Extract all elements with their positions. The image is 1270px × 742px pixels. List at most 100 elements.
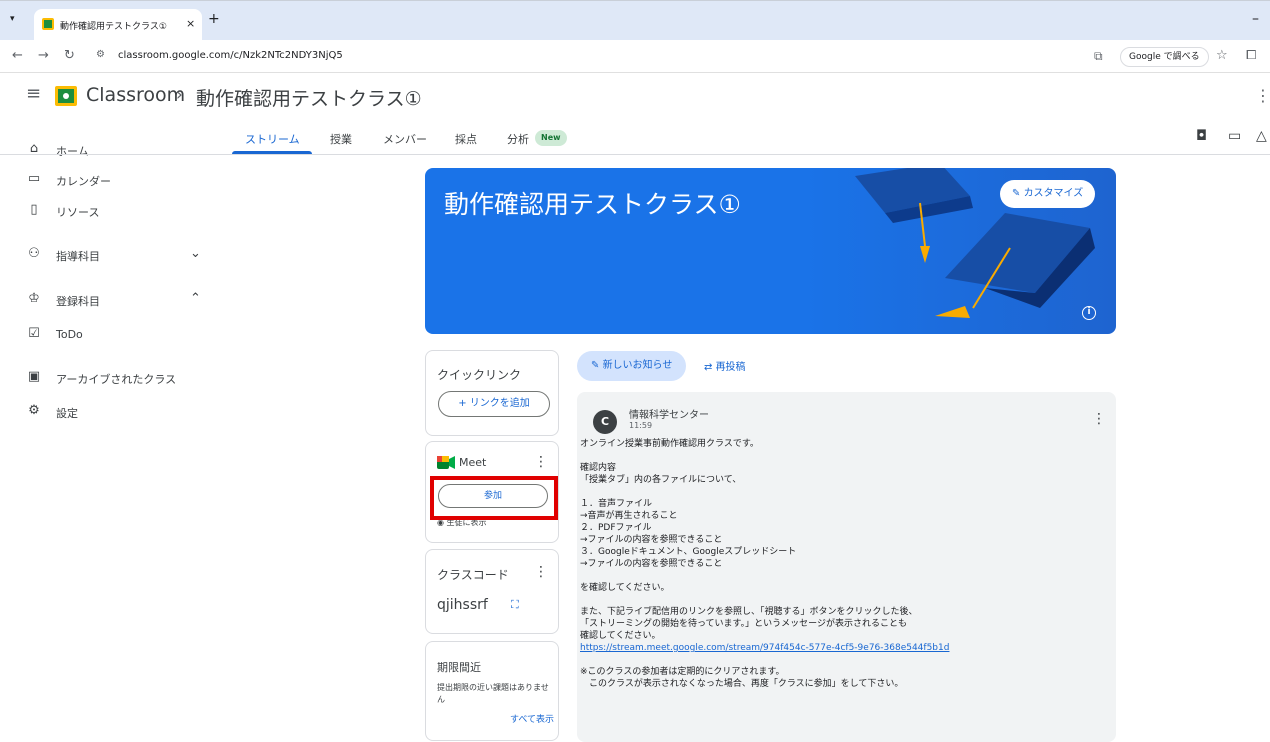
quick-links-card: クイックリンク + リンクを追加 (425, 350, 559, 436)
post-author: 情報科学センター (629, 410, 709, 421)
new-announcement-label: 新しいお知らせ (602, 360, 673, 371)
post-line: 確認内容 (580, 463, 617, 473)
tab-search-icon[interactable]: ▾ (10, 14, 15, 24)
meet-logo-icon (437, 456, 455, 469)
tab-stream[interactable]: ストリーム (245, 131, 300, 147)
add-link-button[interactable]: + リンクを追加 (438, 391, 550, 417)
highlight-annotation-box (430, 476, 558, 520)
school-icon: ♔ (28, 291, 40, 306)
reload-icon[interactable]: ↻ (64, 48, 75, 63)
classroom-logo-icon[interactable] (55, 86, 77, 106)
pencil-icon: ✎ (591, 360, 603, 371)
checklist-icon: ☑ (28, 326, 40, 341)
upcoming-message: 提出期限の近い課題はありません (437, 683, 549, 704)
meet-label: Meet (459, 456, 487, 469)
customize-label: カスタマイズ (1023, 188, 1084, 199)
address-bar[interactable]: ⚙ classroom.google.com/c/Nzk2NTc2NDY3NjQ… (96, 46, 1116, 68)
sidebar-item-label: 設定 (56, 407, 78, 420)
active-tab-indicator (232, 151, 312, 154)
app-header: ≡ Classroom › 動作確認用テストクラス① ⋮ (0, 73, 1270, 121)
tab-close-icon[interactable]: × (186, 17, 195, 30)
pencil-icon: ✎ (1012, 188, 1024, 199)
browser-toolbar: ← → ↻ ⚙ classroom.google.com/c/Nzk2NTc2N… (0, 40, 1270, 73)
repost-label: 再投稿 (715, 362, 746, 373)
browser-tab[interactable]: 動作確認用テストクラス① × (34, 9, 202, 41)
forward-icon[interactable]: → (38, 48, 49, 63)
announcement-post: C 情報科学センター 11:59 ⋮ オンライン授業事前動作確認用クラスです。 … (577, 392, 1116, 742)
people-icon: ⚇ (28, 246, 40, 261)
extensions-icon[interactable]: ⧠ (1246, 48, 1256, 63)
chevron-down-icon[interactable]: ⌄ (190, 246, 201, 261)
post-line: ３．Googleドキュメント、Googleスプレッドシート (580, 547, 797, 557)
sidebar-item-label: アーカイブされたクラス (56, 373, 177, 386)
bookmark-star-icon[interactable]: ☆ (1216, 48, 1228, 63)
resources-icon: ▯ (30, 202, 38, 217)
post-line: １．音声ファイル (580, 499, 653, 509)
more-vert-icon[interactable]: ⋮ (534, 454, 548, 470)
post-note: ※このクラスの参加者は定期的にクリアされます。 (580, 667, 785, 677)
upcoming-title: 期限間近 (437, 661, 481, 674)
quick-links-title: クイックリンク (437, 368, 522, 382)
post-line: 「ストリーミングの開始を待っています。」というメッセージが表示されることも (580, 619, 907, 629)
app-name[interactable]: Classroom (86, 84, 185, 106)
drive-icon[interactable]: △ (1256, 128, 1267, 144)
banner-title: 動作確認用テストクラス① (444, 190, 741, 219)
class-code-card: クラスコード ⋮ qjihssrf ⛶ (425, 549, 559, 634)
sidebar-item-label: 指導科目 (56, 250, 100, 263)
avatar: C (593, 410, 617, 434)
class-banner: 動作確認用テストクラス① ✎ カスタマイズ i (425, 168, 1116, 334)
breadcrumb-separator: › (176, 85, 183, 105)
post-line: を確認してください。 (580, 583, 670, 593)
tab-grades[interactable]: 採点 (455, 131, 477, 147)
new-tab-button[interactable]: + (208, 11, 220, 27)
sidebar-item-label: ToDo (56, 328, 83, 341)
post-line: 「授業タブ」内の各ファイルについて、 (580, 475, 742, 485)
main-menu-icon[interactable]: ≡ (26, 83, 41, 104)
video-call-icon[interactable]: ◘ (1196, 128, 1207, 144)
fullscreen-icon[interactable]: ⛶ (511, 598, 519, 612)
tab-title: 動作確認用テストクラス① (60, 22, 167, 32)
stream-link[interactable]: https://stream.meet.google.com/stream/97… (580, 643, 949, 653)
tab-classwork[interactable]: 授業 (330, 131, 352, 147)
more-vert-icon[interactable]: ⋮ (1092, 411, 1106, 427)
google-apps-icon[interactable]: ⋮ (1255, 86, 1270, 105)
minimize-button[interactable]: – (1252, 11, 1259, 27)
upcoming-card: 期限間近 提出期限の近い課題はありません すべて表示 (425, 641, 559, 741)
view-all-link[interactable]: すべて表示 (510, 712, 554, 725)
new-badge: New (535, 130, 567, 146)
info-icon[interactable]: i (1082, 306, 1096, 320)
class-tabs: ストリーム 授業 メンバー 採点 分析 New (0, 121, 1270, 155)
calendar-header-icon[interactable]: ▭ (1228, 128, 1241, 144)
post-line: →ファイルの内容を参照できること (580, 559, 723, 569)
chevron-up-icon[interactable]: ⌃ (190, 291, 201, 306)
repost-icon: ⇄ (704, 362, 716, 373)
archive-icon: ▣ (27, 369, 41, 384)
tab-people[interactable]: メンバー (383, 131, 427, 147)
post-note: このクラスが表示されなくなった場合、再度「クラスに参加」をして下さい。 (580, 679, 904, 689)
settings-icon: ⚙ (28, 403, 40, 418)
browser-tab-bar: ▾ 動作確認用テストクラス① × + – (0, 0, 1270, 41)
class-name-breadcrumb[interactable]: 動作確認用テストクラス① (196, 84, 422, 111)
post-line: →音声が再生されること (580, 511, 678, 521)
back-icon[interactable]: ← (12, 48, 23, 63)
new-announcement-button[interactable]: ✎ 新しいお知らせ (577, 351, 687, 381)
post-body: オンライン授業事前動作確認用クラスです。 確認内容 「授業タブ」内の各ファイルに… (580, 438, 1110, 690)
site-info-icon[interactable]: ⚙ (96, 49, 105, 60)
post-line: また、下記ライブ配信用のリンクを参照し、「視聴する」ボタンをクリックした後、 (580, 607, 918, 617)
more-vert-icon[interactable]: ⋮ (534, 564, 548, 580)
class-code-value: qjihssrf (437, 597, 488, 613)
post-line: ２．PDFファイル (580, 523, 652, 533)
post-line: オンライン授業事前動作確認用クラスです。 (580, 439, 759, 449)
repost-button[interactable]: ⇄ 再投稿 (704, 358, 746, 373)
post-line: →ファイルの内容を参照できること (580, 535, 723, 545)
google-search-button[interactable]: Google で調べる (1120, 47, 1209, 67)
cast-icon[interactable]: ⧉ (1094, 49, 1103, 64)
sidebar-item-label: 登録科目 (56, 295, 100, 308)
post-time: 11:59 (629, 421, 653, 430)
tab-analytics[interactable]: 分析 (507, 131, 529, 147)
url-text: classroom.google.com/c/Nzk2NTc2NDY3NjQ5 (118, 50, 343, 61)
class-code-title: クラスコード (437, 568, 509, 582)
customize-button[interactable]: ✎ カスタマイズ (1000, 180, 1096, 208)
post-line: 確認してください。 (580, 631, 661, 641)
calendar-icon: ▭ (27, 171, 41, 186)
